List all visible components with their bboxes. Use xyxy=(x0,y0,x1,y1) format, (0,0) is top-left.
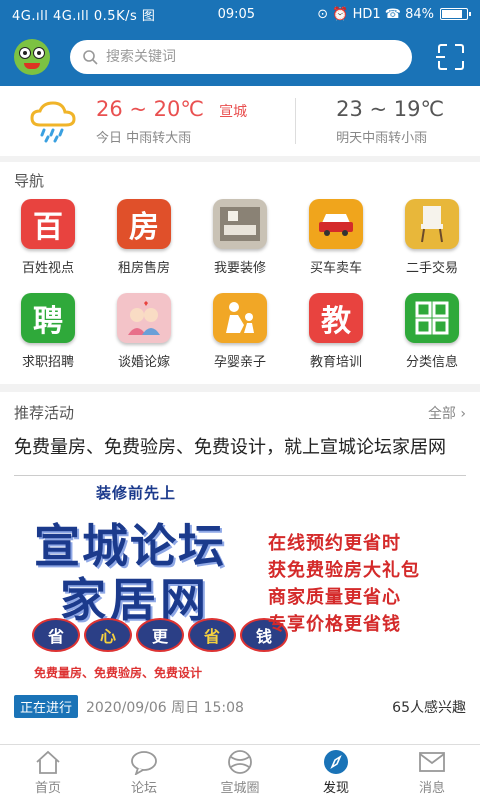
frog-avatar-icon[interactable] xyxy=(14,39,50,75)
today-temp: 26 ~ 20℃ xyxy=(96,96,204,121)
header xyxy=(0,28,480,86)
promo-headline[interactable]: 免费量房、免费验房、免费设计，就上宣城论坛家居网 xyxy=(0,423,480,461)
compass-icon xyxy=(324,750,348,774)
tab-messages[interactable]: 消息 xyxy=(384,745,480,800)
nav-label: 求职招聘 xyxy=(21,355,74,370)
tab-label: 消息 xyxy=(418,781,445,796)
battery-fill xyxy=(441,10,463,18)
tab-circle[interactable]: 宣城圈 xyxy=(192,745,288,800)
banner-perk: 在线预约更省时 xyxy=(268,533,401,554)
baixing-icon: 百 xyxy=(21,199,75,249)
search-icon xyxy=(83,50,98,65)
tab-home[interactable]: 首页 xyxy=(0,745,96,800)
status-bar: 4G.ıll 4G.ıll 0.5K/s 图 09:05 ⊙ ⏰ HD1 ☎ 8… xyxy=(0,0,480,28)
nav-label: 百姓视点 xyxy=(21,261,74,276)
status-right: ⊙ ⏰ HD1 ☎ 84% xyxy=(317,6,471,22)
view-all-label: 全部 xyxy=(427,405,456,422)
home-icon xyxy=(36,750,60,774)
promo-title: 推荐活动 xyxy=(14,404,75,422)
renovation-photo-icon xyxy=(213,199,267,249)
search-box[interactable] xyxy=(70,40,412,74)
nav-item[interactable]: 二手交易 xyxy=(384,199,480,293)
education-icon: 教 xyxy=(309,293,363,343)
banner-circle: 心 xyxy=(84,618,132,652)
house-icon: 房 xyxy=(117,199,171,249)
banner-perks: 在线预约更省时 获免费验房大礼包 商家质量更省心 专享价格更省钱 xyxy=(268,530,420,638)
nav-item[interactable]: 买车卖车 xyxy=(288,199,384,293)
tab-label: 宣城圈 xyxy=(220,781,260,796)
weather-today: 26 ~ 20℃ 宣城 今日 中雨转大雨 xyxy=(96,97,247,146)
weather-city: 宣城 xyxy=(219,103,248,120)
status-badge: 正在进行 xyxy=(14,695,79,718)
nav-grid: 百百姓视点房租房售房 我要装修 买车卖车 二手交易聘求职招聘 谈婚论嫁 孕婴亲子教教育培训… xyxy=(0,191,480,387)
banner-kicker: 装修前先上 xyxy=(96,484,177,502)
nav-item[interactable]: 孕婴亲子 xyxy=(192,293,288,387)
tomorrow-desc: 明天中雨转小雨 xyxy=(336,130,428,146)
promo-meta: 正在进行 2020/09/06 周日 15:08 65人感兴趣 xyxy=(0,685,480,718)
nav-item[interactable]: 聘求职招聘 xyxy=(0,293,96,387)
tomorrow-temp: 23 ~ 19℃ xyxy=(336,96,445,121)
nav-item[interactable]: 我要装修 xyxy=(192,199,288,293)
avatar-eye-right xyxy=(33,47,45,59)
tab-label: 发现 xyxy=(322,781,349,796)
nav-title: 导航 xyxy=(14,172,45,190)
nav-label: 分类信息 xyxy=(405,355,458,370)
tab-label: 论坛 xyxy=(130,781,157,796)
circle-icon xyxy=(228,750,252,774)
chair-icon xyxy=(405,199,459,249)
battery-icon xyxy=(439,8,471,20)
status-left: 4G.ıll 4G.ıll 0.5K/s 图 xyxy=(12,8,156,24)
mail-icon xyxy=(419,752,445,772)
nav-label: 教育培训 xyxy=(309,355,362,370)
promo-banner[interactable]: 装修前先上 宣城论坛 家居网 省 心 更 省 钱 免费量房、免费验房、免费设计 … xyxy=(14,475,466,685)
weather-panel[interactable]: 26 ~ 20℃ 宣城 今日 中雨转大雨 23 ~ 19℃ 明天中雨转小雨 xyxy=(0,86,480,156)
nav-label: 二手交易 xyxy=(405,261,458,276)
avatar-eye-left xyxy=(19,47,31,59)
banner-perk: 专享价格更省钱 xyxy=(268,614,401,635)
nav-item[interactable]: 房租房售房 xyxy=(96,199,192,293)
avatar-mouth xyxy=(24,63,40,69)
promo-header: 推荐活动 全部 › xyxy=(0,392,480,423)
view-all-link[interactable]: 全部 › xyxy=(428,403,466,423)
interest-count: 65人感兴趣 xyxy=(392,699,466,716)
banner-circle: 省 xyxy=(32,618,80,652)
chat-bubble-icon xyxy=(131,751,157,775)
banner-foot: 免费量房、免费验房、免费设计 xyxy=(34,666,203,680)
nav-label: 买车卖车 xyxy=(309,261,362,276)
nav-item[interactable]: 谈婚论嫁 xyxy=(96,293,192,387)
banner-perk: 商家质量更省心 xyxy=(268,587,401,608)
status-indicators: ⊙ ⏰ HD1 ☎ 84% xyxy=(317,6,434,22)
promo-section: 推荐活动 全部 › 免费量房、免费验房、免费设计，就上宣城论坛家居网 装修前先上… xyxy=(0,392,480,744)
status-time: 09:05 xyxy=(217,6,256,22)
weather-tomorrow: 23 ~ 19℃ 明天中雨转小雨 xyxy=(336,97,444,146)
weather-divider xyxy=(295,98,297,144)
banner-circle: 更 xyxy=(136,618,184,652)
recruit-icon: 聘 xyxy=(21,293,75,343)
nav-item[interactable]: 百百姓视点 xyxy=(0,199,96,293)
banner-circle: 省 xyxy=(188,618,236,652)
nav-label: 孕婴亲子 xyxy=(213,355,266,370)
nav-item[interactable]: 分类信息 xyxy=(384,293,480,387)
nav-label: 谈婚论嫁 xyxy=(117,355,170,370)
banner-circles: 省 心 更 省 钱 xyxy=(32,618,288,652)
cloud-rain-icon xyxy=(28,99,78,143)
grid-icon xyxy=(405,293,459,343)
tab-discover[interactable]: 发现 xyxy=(288,745,384,800)
car-icon xyxy=(309,199,363,249)
family-icon xyxy=(213,293,267,343)
nav-label: 我要装修 xyxy=(213,261,266,276)
bottom-tab-bar: 首页 论坛 宣城圈 发现 消息 xyxy=(0,744,480,800)
nav-item[interactable]: 教教育培训 xyxy=(288,293,384,387)
today-desc: 今日 中雨转大雨 xyxy=(96,130,192,146)
scan-icon[interactable] xyxy=(436,42,466,72)
search-input[interactable] xyxy=(106,49,386,65)
tab-label: 首页 xyxy=(34,781,61,796)
banner-perk: 获免费验房大礼包 xyxy=(268,560,420,581)
nav-section: 导航 百百姓视点房租房售房 我要装修 买车卖车 二手交易聘求职招聘 谈婚论嫁 孕婴亲子教教… xyxy=(0,162,480,384)
couple-icon xyxy=(117,293,171,343)
nav-label: 租房售房 xyxy=(117,261,170,276)
chevron-right-icon: › xyxy=(460,405,466,422)
tab-forum[interactable]: 论坛 xyxy=(96,745,192,800)
promo-date: 2020/09/06 周日 15:08 xyxy=(86,699,244,716)
